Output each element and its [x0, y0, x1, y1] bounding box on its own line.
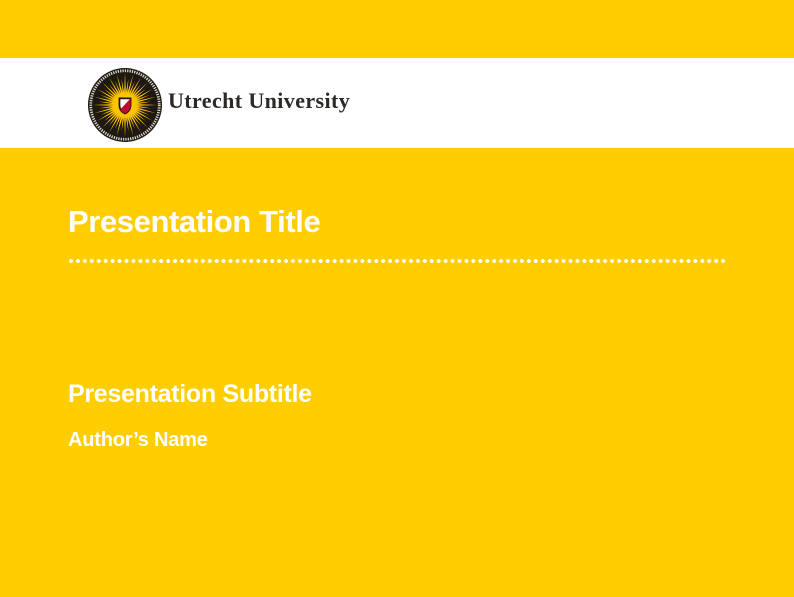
university-wordmark: Utrecht University [168, 90, 350, 112]
presentation-title: Presentation Title [68, 205, 320, 239]
dotted-divider [68, 258, 728, 264]
sun-emblem-icon [88, 68, 162, 142]
presentation-subtitle: Presentation Subtitle [68, 381, 312, 409]
author-name: Author’s Name [68, 429, 208, 451]
utrecht-university-logo [88, 68, 162, 142]
title-slide: Utrecht University Presentation Title Pr… [0, 0, 794, 597]
